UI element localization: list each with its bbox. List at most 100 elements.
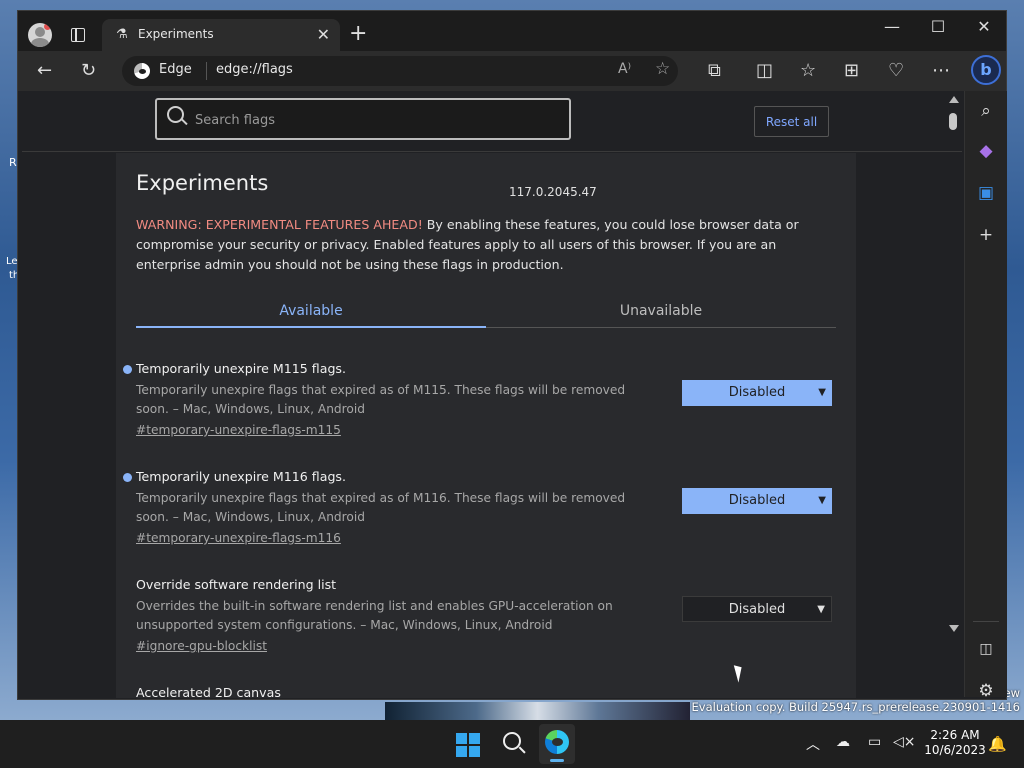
split-screen-icon[interactable]: ◫ [756, 60, 773, 81]
back-arrow-icon[interactable]: ← [37, 60, 52, 81]
clock-time: 2:26 AM [930, 728, 980, 742]
flag-select-value: Disabled [728, 602, 786, 617]
flag-name: Temporarily unexpire M116 flags. [136, 469, 346, 484]
sidebar-divider [973, 621, 999, 622]
browser-essentials-icon[interactable]: ♡ [888, 60, 904, 81]
address-bar[interactable]: Edge edge://flags A⁾ ☆ [122, 56, 678, 86]
page-title: Experiments [136, 171, 269, 195]
scroll-down-arrow[interactable] [949, 625, 959, 632]
modified-dot [123, 473, 132, 482]
scroll-up-arrow[interactable] [949, 96, 959, 103]
bing-copilot-icon[interactable]: b [971, 55, 1001, 85]
flag-description: Temporarily unexpire flags that expired … [136, 491, 626, 524]
experiments-panel: Experiments 117.0.2045.47 WARNING: EXPER… [116, 153, 856, 698]
search-icon[interactable]: ⌕ [976, 101, 996, 121]
read-aloud-icon[interactable]: A⁾ [618, 61, 631, 77]
search-box[interactable] [155, 98, 571, 140]
flask-icon: ⚗ [116, 27, 128, 42]
flag-name: Temporarily unexpire M115 flags. [136, 361, 346, 376]
chevron-down-icon: ▼ [817, 604, 825, 615]
flag-description: Overrides the built-in software renderin… [136, 599, 613, 632]
network-icon[interactable]: ▭ [868, 734, 881, 750]
search-input[interactable] [193, 109, 557, 131]
taskbar-edge-button[interactable] [539, 724, 575, 764]
tab-unavailable[interactable]: Unavailable [486, 303, 836, 319]
flag-select[interactable]: Disabled ▼ [682, 380, 832, 406]
new-tab-button[interactable]: + [349, 21, 367, 46]
windows-logo-pane [456, 746, 467, 757]
flag-select-value: Disabled [728, 493, 786, 508]
warning-prefix: WARNING: EXPERIMENTAL FEATURES AHEAD! [136, 217, 423, 232]
modified-dot [123, 365, 132, 374]
profile-avatar[interactable] [28, 23, 52, 47]
windows-logo-pane [456, 733, 467, 744]
avatar-head [35, 27, 45, 37]
outlook-icon[interactable]: ▣ [976, 183, 996, 203]
version-number: 117.0.2045.47 [509, 185, 597, 199]
browser-window: ⚗ Experiments ✕ + — ☐ ✕ ← ↻ Edge edge://… [17, 10, 1007, 701]
volume-icon[interactable]: ◁× [893, 734, 916, 750]
start-button[interactable] [456, 733, 480, 757]
chevron-down-icon: ▼ [818, 495, 826, 506]
windows-logo-pane [469, 746, 480, 757]
watermark-text: Evaluation copy. Build 25947.rs_prerelea… [691, 700, 1020, 714]
extensions-icon[interactable]: ⧉ [708, 60, 721, 81]
toolbar: ← ↻ Edge edge://flags A⁾ ☆ ⧉ ◫ ☆ ⊞ ♡ ⋯ b [18, 51, 1006, 91]
close-window-button[interactable]: ✕ [961, 17, 1007, 36]
tab-title: Experiments [138, 27, 214, 41]
desktop-text-fragment: Le [6, 256, 18, 267]
chevron-up-icon[interactable]: ︿ [806, 734, 820, 754]
site-label: Edge [159, 62, 192, 77]
sidebar-panel-icon[interactable]: ◫ [976, 641, 996, 661]
close-tab-icon[interactable]: ✕ [317, 25, 330, 44]
taskbar: ︿ ☁ ▭ ◁× 2:26 AM 10/6/2023 🔔 [0, 720, 1024, 768]
flag-select-value: Disabled [728, 385, 786, 400]
flag-link[interactable]: #temporary-unexpire-flags-m115 [136, 423, 341, 437]
windows-logo-pane [469, 733, 480, 744]
notification-dot [44, 23, 51, 30]
address-separator [206, 62, 207, 80]
flag-select[interactable]: Disabled ▼ [682, 488, 832, 514]
warning-text: WARNING: EXPERIMENTAL FEATURES AHEAD! By… [136, 215, 826, 275]
flags-header: Reset all [22, 91, 962, 152]
edge-sidebar: ⌕ ◆ ▣ + ◫ ⚙ [964, 91, 1007, 701]
flags-tabs: Available Unavailable [136, 293, 836, 328]
url-text[interactable]: edge://flags [216, 62, 293, 77]
active-tab-underline [136, 326, 486, 328]
more-options-icon[interactable]: ⋯ [932, 60, 950, 81]
flag-link[interactable]: #temporary-unexpire-flags-m116 [136, 531, 341, 545]
gear-icon[interactable]: ⚙ [976, 681, 996, 701]
desktop-wallpaper-strip [385, 702, 690, 720]
onedrive-icon[interactable]: ☁ [836, 734, 850, 750]
evaluation-watermark: ew Evaluation copy. Build 25947.rs_prere… [691, 686, 1020, 714]
reset-all-button[interactable]: Reset all [754, 106, 829, 137]
edge-logo-icon [134, 63, 150, 79]
maximize-button[interactable]: ☐ [915, 17, 961, 36]
flag-description: Temporarily unexpire flags that expired … [136, 383, 626, 416]
desktop-text-fragment: R [9, 156, 17, 169]
taskbar-search-icon[interactable] [503, 732, 521, 750]
favorites-icon[interactable]: ☆ [800, 60, 816, 81]
scrollbar[interactable] [947, 96, 961, 636]
add-icon[interactable]: + [976, 225, 996, 245]
tab-experiments[interactable]: ⚗ Experiments ✕ [102, 19, 340, 51]
avatar-body [31, 38, 49, 47]
refresh-icon[interactable]: ↻ [81, 60, 96, 81]
system-clock[interactable]: 2:26 AM 10/6/2023 [920, 728, 990, 758]
scroll-thumb[interactable] [949, 113, 957, 130]
vertical-tabs-icon[interactable] [71, 28, 85, 42]
tab-bar: ⚗ Experiments ✕ + — ☐ ✕ [18, 11, 1006, 51]
edge-icon [545, 730, 569, 754]
notification-bell-icon[interactable]: 🔔 [988, 735, 1007, 753]
search-icon [167, 106, 184, 123]
flag-select[interactable]: Disabled ▼ [682, 596, 832, 622]
favorite-star-icon[interactable]: ☆ [655, 59, 670, 79]
collections-icon[interactable]: ⊞ [844, 60, 859, 81]
chevron-down-icon: ▼ [818, 387, 826, 398]
flags-page: Reset all Experiments 117.0.2045.47 WARN… [22, 91, 962, 698]
tab-available[interactable]: Available [136, 303, 486, 319]
copilot-icon[interactable]: ◆ [976, 141, 996, 161]
minimize-button[interactable]: — [869, 17, 915, 36]
clock-date: 10/6/2023 [924, 743, 986, 757]
flag-link[interactable]: #ignore-gpu-blocklist [136, 639, 267, 653]
